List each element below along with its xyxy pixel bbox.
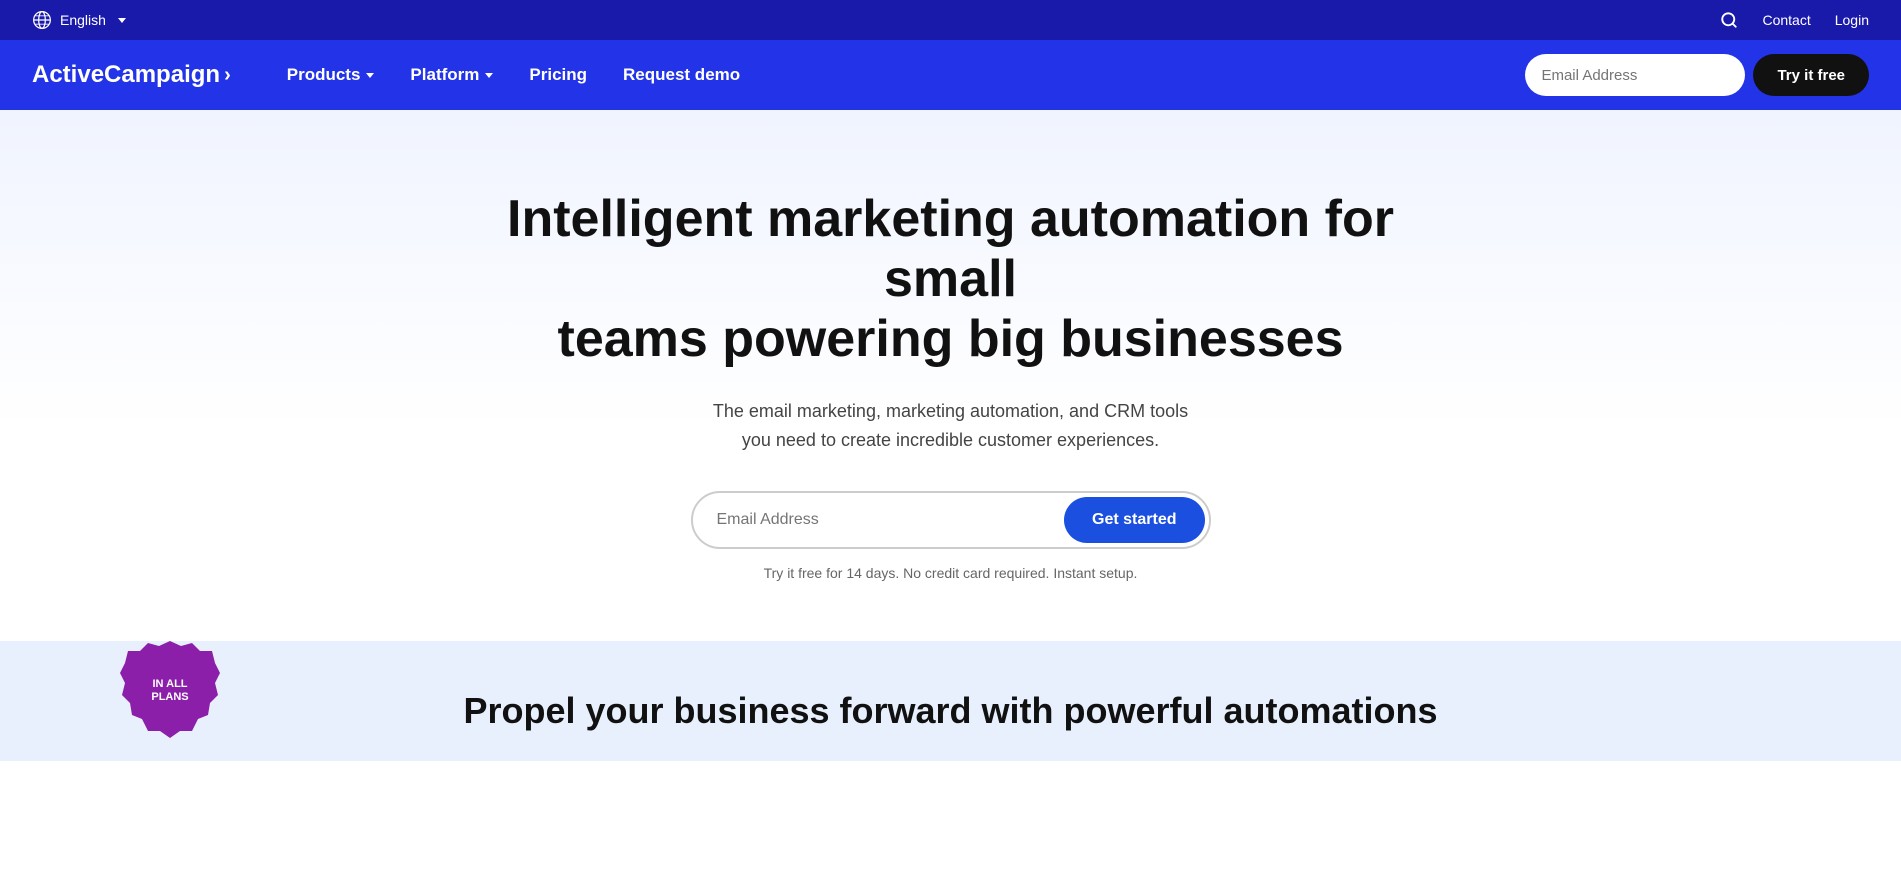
nav-link-request-demo[interactable]: Request demo xyxy=(607,57,756,93)
language-chevron-icon xyxy=(118,18,126,23)
logo-arrow: › xyxy=(224,64,231,87)
hero-subtitle: The email marketing, marketing automatio… xyxy=(701,397,1201,455)
main-nav: ActiveCampaign › Products Platform Prici… xyxy=(0,40,1901,110)
logo-text: ActiveCampaign xyxy=(32,61,220,89)
logo[interactable]: ActiveCampaign › xyxy=(32,61,231,89)
nav-link-products[interactable]: Products xyxy=(271,57,391,93)
nav-cta: Try it free xyxy=(1525,54,1869,96)
badge: IN ALL PLANS xyxy=(120,641,220,741)
hero-fine-print: Try it free for 14 days. No credit card … xyxy=(20,565,1881,581)
nav-link-platform[interactable]: Platform xyxy=(394,57,509,93)
try-free-button[interactable]: Try it free xyxy=(1753,54,1869,96)
platform-chevron-icon xyxy=(485,73,493,78)
nav-link-pricing[interactable]: Pricing xyxy=(513,57,603,93)
get-started-button[interactable]: Get started xyxy=(1064,497,1204,543)
language-label: English xyxy=(60,12,106,28)
products-chevron-icon xyxy=(366,73,374,78)
top-bar: English Contact Login xyxy=(0,0,1901,40)
badge-text-line1: IN ALL xyxy=(152,678,187,691)
search-icon[interactable] xyxy=(1720,11,1738,29)
contact-link[interactable]: Contact xyxy=(1762,12,1810,28)
login-link[interactable]: Login xyxy=(1835,12,1869,28)
nav-links: Products Platform Pricing Request demo xyxy=(271,57,1526,93)
bottom-heading: Propel your business forward with powerf… xyxy=(463,690,1437,732)
globe-icon xyxy=(32,10,52,30)
badge-inner: IN ALL PLANS xyxy=(120,641,220,741)
bottom-section: IN ALL PLANS Propel your business forwar… xyxy=(0,641,1901,761)
hero-email-input[interactable] xyxy=(709,501,1065,539)
badge-text-line2: PLANS xyxy=(151,691,188,704)
top-bar-right: Contact Login xyxy=(1720,11,1869,29)
hero-heading: Intelligent marketing automation for sma… xyxy=(501,190,1401,369)
language-selector[interactable]: English xyxy=(32,10,126,30)
hero-form: Get started xyxy=(691,491,1211,549)
nav-email-input[interactable] xyxy=(1525,54,1745,96)
hero-section: Intelligent marketing automation for sma… xyxy=(0,110,1901,641)
